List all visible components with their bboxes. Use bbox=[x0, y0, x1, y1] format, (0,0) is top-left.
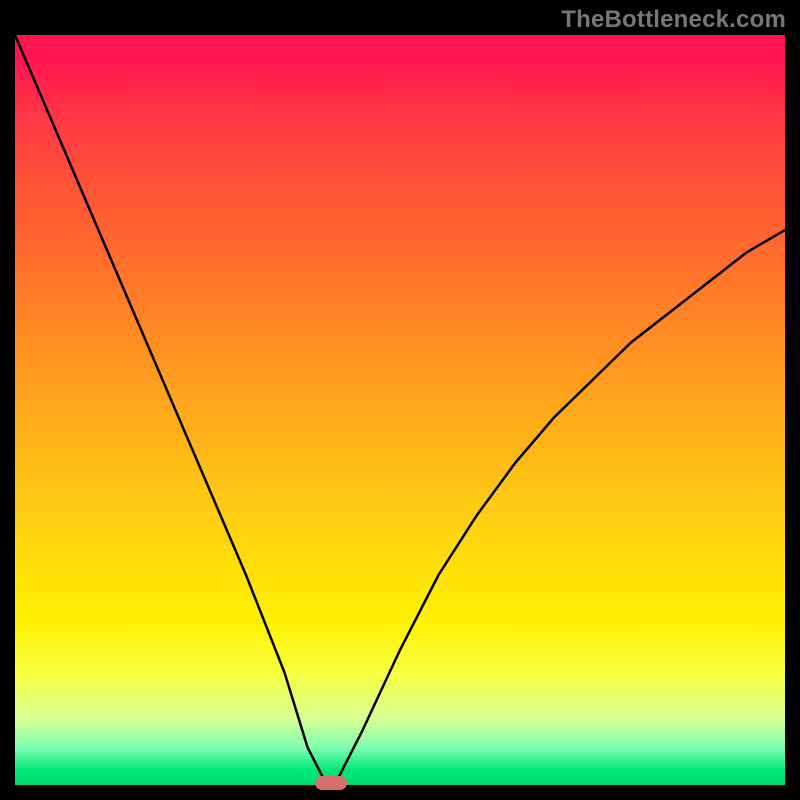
watermark-text: TheBottleneck.com bbox=[561, 6, 786, 34]
bottleneck-curve bbox=[15, 35, 785, 785]
plot-area bbox=[15, 35, 785, 785]
curve-svg bbox=[15, 35, 785, 785]
chart-frame: TheBottleneck.com bbox=[0, 0, 800, 800]
min-marker bbox=[315, 776, 347, 790]
